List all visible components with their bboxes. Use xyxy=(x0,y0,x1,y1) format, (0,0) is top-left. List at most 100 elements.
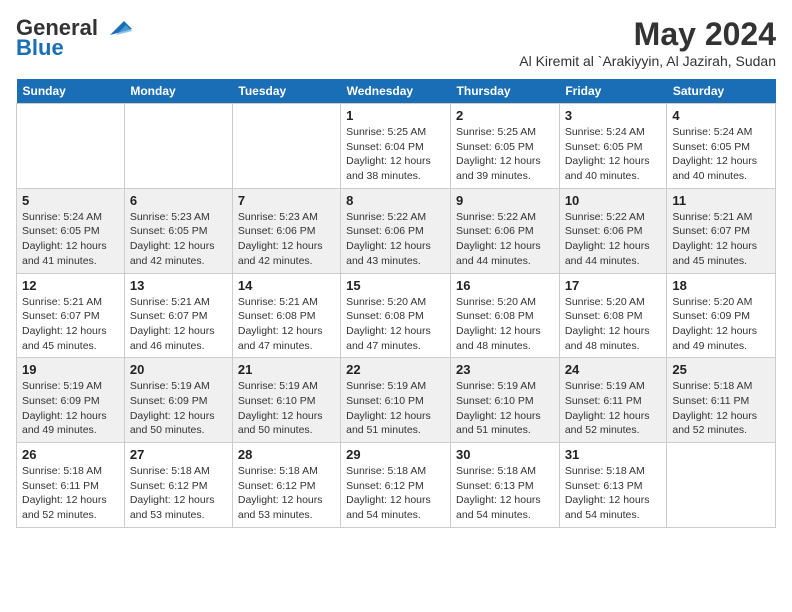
day-number: 16 xyxy=(456,278,554,293)
day-number: 30 xyxy=(456,447,554,462)
cell-info: Sunrise: 5:22 AM Sunset: 6:06 PM Dayligh… xyxy=(456,210,554,269)
calendar-cell: 9 Sunrise: 5:22 AM Sunset: 6:06 PM Daylig… xyxy=(451,188,560,273)
cell-info: Sunrise: 5:22 AM Sunset: 6:06 PM Dayligh… xyxy=(346,210,445,269)
calendar-cell: 29 Sunrise: 5:18 AM Sunset: 6:12 PM Dayli… xyxy=(341,443,451,528)
cell-info: Sunrise: 5:18 AM Sunset: 6:11 PM Dayligh… xyxy=(672,379,770,438)
calendar-cell: 25 Sunrise: 5:18 AM Sunset: 6:11 PM Dayli… xyxy=(667,358,776,443)
day-number: 29 xyxy=(346,447,445,462)
calendar-cell: 6 Sunrise: 5:23 AM Sunset: 6:05 PM Daylig… xyxy=(124,188,232,273)
calendar-header-row: SundayMondayTuesdayWednesdayThursdayFrid… xyxy=(17,79,776,104)
page-subtitle: Al Kiremit al `Arakiyyin, Al Jazirah, Su… xyxy=(519,53,776,69)
cell-info: Sunrise: 5:21 AM Sunset: 6:08 PM Dayligh… xyxy=(238,295,335,354)
day-number: 26 xyxy=(22,447,119,462)
calendar-cell: 3 Sunrise: 5:24 AM Sunset: 6:05 PM Daylig… xyxy=(559,104,667,189)
cell-info: Sunrise: 5:20 AM Sunset: 6:08 PM Dayligh… xyxy=(565,295,662,354)
cell-info: Sunrise: 5:21 AM Sunset: 6:07 PM Dayligh… xyxy=(130,295,227,354)
cell-info: Sunrise: 5:19 AM Sunset: 6:09 PM Dayligh… xyxy=(22,379,119,438)
calendar-cell: 30 Sunrise: 5:18 AM Sunset: 6:13 PM Dayli… xyxy=(451,443,560,528)
cell-info: Sunrise: 5:18 AM Sunset: 6:13 PM Dayligh… xyxy=(456,464,554,523)
header-saturday: Saturday xyxy=(667,79,776,104)
logo: General Blue xyxy=(16,16,132,60)
day-number: 20 xyxy=(130,362,227,377)
calendar-week-row: 5Sunrise: 5:24 AM Sunset: 6:05 PM Daylig… xyxy=(17,188,776,273)
day-number: 25 xyxy=(672,362,770,377)
day-number: 10 xyxy=(565,193,662,208)
calendar-cell xyxy=(667,443,776,528)
calendar-cell: 22 Sunrise: 5:19 AM Sunset: 6:10 PM Dayli… xyxy=(341,358,451,443)
calendar-cell: 4 Sunrise: 5:24 AM Sunset: 6:05 PM Daylig… xyxy=(667,104,776,189)
day-number: 23 xyxy=(456,362,554,377)
title-area: May 2024 Al Kiremit al `Arakiyyin, Al Ja… xyxy=(519,16,776,69)
calendar-cell xyxy=(124,104,232,189)
day-number: 2 xyxy=(456,108,554,123)
calendar-week-row: 12 Sunrise: 5:21 AM Sunset: 6:07 PM Dayli… xyxy=(17,273,776,358)
calendar-cell: 16 Sunrise: 5:20 AM Sunset: 6:08 PM Dayli… xyxy=(451,273,560,358)
cell-info: Sunrise: 5:23 AM Sunset: 6:06 PM Dayligh… xyxy=(238,210,335,269)
cell-info: Sunrise: 5:18 AM Sunset: 6:12 PM Dayligh… xyxy=(130,464,227,523)
calendar-cell: 13 Sunrise: 5:21 AM Sunset: 6:07 PM Dayli… xyxy=(124,273,232,358)
calendar-table: SundayMondayTuesdayWednesdayThursdayFrid… xyxy=(16,79,776,528)
day-number: 28 xyxy=(238,447,335,462)
calendar-cell: 1 Sunrise: 5:25 AM Sunset: 6:04 PM Daylig… xyxy=(341,104,451,189)
day-number: 8 xyxy=(346,193,445,208)
calendar-cell: 17Sunrise: 5:20 AM Sunset: 6:08 PM Dayli… xyxy=(559,273,667,358)
cell-info: Sunrise: 5:25 AM Sunset: 6:05 PM Dayligh… xyxy=(456,125,554,184)
calendar-cell: 18 Sunrise: 5:20 AM Sunset: 6:09 PM Dayli… xyxy=(667,273,776,358)
header-friday: Friday xyxy=(559,79,667,104)
calendar-cell: 24 Sunrise: 5:19 AM Sunset: 6:11 PM Dayli… xyxy=(559,358,667,443)
calendar-week-row: 19Sunrise: 5:19 AM Sunset: 6:09 PM Dayli… xyxy=(17,358,776,443)
day-number: 1 xyxy=(346,108,445,123)
cell-info: Sunrise: 5:24 AM Sunset: 6:05 PM Dayligh… xyxy=(672,125,770,184)
calendar-cell: 27Sunrise: 5:18 AM Sunset: 6:12 PM Dayli… xyxy=(124,443,232,528)
day-number: 12 xyxy=(22,278,119,293)
day-number: 14 xyxy=(238,278,335,293)
day-number: 13 xyxy=(130,278,227,293)
day-number: 4 xyxy=(672,108,770,123)
cell-info: Sunrise: 5:18 AM Sunset: 6:12 PM Dayligh… xyxy=(346,464,445,523)
cell-info: Sunrise: 5:21 AM Sunset: 6:07 PM Dayligh… xyxy=(22,295,119,354)
cell-info: Sunrise: 5:18 AM Sunset: 6:11 PM Dayligh… xyxy=(22,464,119,523)
calendar-cell: 31 Sunrise: 5:18 AM Sunset: 6:13 PM Dayli… xyxy=(559,443,667,528)
day-number: 15 xyxy=(346,278,445,293)
day-number: 21 xyxy=(238,362,335,377)
cell-info: Sunrise: 5:19 AM Sunset: 6:09 PM Dayligh… xyxy=(130,379,227,438)
cell-info: Sunrise: 5:20 AM Sunset: 6:08 PM Dayligh… xyxy=(346,295,445,354)
cell-info: Sunrise: 5:19 AM Sunset: 6:11 PM Dayligh… xyxy=(565,379,662,438)
day-number: 3 xyxy=(565,108,662,123)
cell-info: Sunrise: 5:24 AM Sunset: 6:05 PM Dayligh… xyxy=(565,125,662,184)
cell-info: Sunrise: 5:19 AM Sunset: 6:10 PM Dayligh… xyxy=(346,379,445,438)
day-number: 11 xyxy=(672,193,770,208)
cell-info: Sunrise: 5:20 AM Sunset: 6:09 PM Dayligh… xyxy=(672,295,770,354)
header-sunday: Sunday xyxy=(17,79,125,104)
calendar-cell: 19Sunrise: 5:19 AM Sunset: 6:09 PM Dayli… xyxy=(17,358,125,443)
calendar-cell: 23Sunrise: 5:19 AM Sunset: 6:10 PM Dayli… xyxy=(451,358,560,443)
calendar-cell: 2 Sunrise: 5:25 AM Sunset: 6:05 PM Daylig… xyxy=(451,104,560,189)
page-title: May 2024 xyxy=(519,16,776,53)
calendar-week-row: 1 Sunrise: 5:25 AM Sunset: 6:04 PM Daylig… xyxy=(17,104,776,189)
calendar-cell: 12 Sunrise: 5:21 AM Sunset: 6:07 PM Dayli… xyxy=(17,273,125,358)
calendar-cell: 15 Sunrise: 5:20 AM Sunset: 6:08 PM Dayli… xyxy=(341,273,451,358)
header-thursday: Thursday xyxy=(451,79,560,104)
day-number: 6 xyxy=(130,193,227,208)
cell-info: Sunrise: 5:20 AM Sunset: 6:08 PM Dayligh… xyxy=(456,295,554,354)
calendar-cell xyxy=(232,104,340,189)
day-number: 18 xyxy=(672,278,770,293)
calendar-week-row: 26 Sunrise: 5:18 AM Sunset: 6:11 PM Dayli… xyxy=(17,443,776,528)
day-number: 22 xyxy=(346,362,445,377)
calendar-cell: 14 Sunrise: 5:21 AM Sunset: 6:08 PM Dayli… xyxy=(232,273,340,358)
day-number: 7 xyxy=(238,193,335,208)
header-wednesday: Wednesday xyxy=(341,79,451,104)
cell-info: Sunrise: 5:23 AM Sunset: 6:05 PM Dayligh… xyxy=(130,210,227,269)
day-number: 24 xyxy=(565,362,662,377)
cell-info: Sunrise: 5:25 AM Sunset: 6:04 PM Dayligh… xyxy=(346,125,445,184)
day-number: 5 xyxy=(22,193,119,208)
calendar-cell: 7 Sunrise: 5:23 AM Sunset: 6:06 PM Daylig… xyxy=(232,188,340,273)
calendar-cell: 10 Sunrise: 5:22 AM Sunset: 6:06 PM Dayli… xyxy=(559,188,667,273)
cell-info: Sunrise: 5:18 AM Sunset: 6:12 PM Dayligh… xyxy=(238,464,335,523)
cell-info: Sunrise: 5:21 AM Sunset: 6:07 PM Dayligh… xyxy=(672,210,770,269)
day-number: 9 xyxy=(456,193,554,208)
cell-info: Sunrise: 5:22 AM Sunset: 6:06 PM Dayligh… xyxy=(565,210,662,269)
day-number: 31 xyxy=(565,447,662,462)
cell-info: Sunrise: 5:18 AM Sunset: 6:13 PM Dayligh… xyxy=(565,464,662,523)
header-tuesday: Tuesday xyxy=(232,79,340,104)
